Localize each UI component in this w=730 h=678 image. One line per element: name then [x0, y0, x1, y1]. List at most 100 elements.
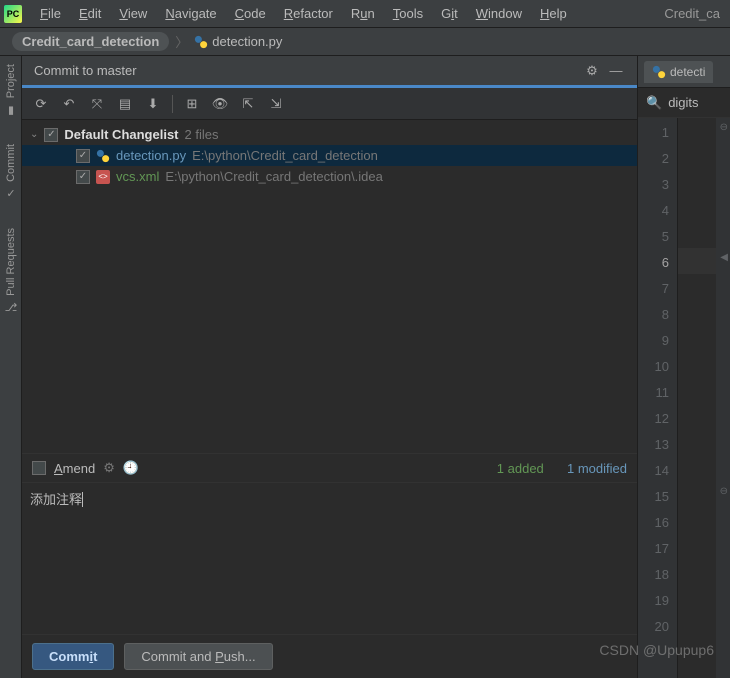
fold-mark-icon[interactable]: ⊖: [720, 122, 728, 133]
commit-icon: ✓: [4, 186, 18, 200]
file-checkbox[interactable]: ✓: [76, 149, 90, 163]
rollback-icon[interactable]: ↶: [58, 93, 80, 115]
amend-label[interactable]: Amend: [54, 461, 95, 476]
sidebar-tab-pull-requests[interactable]: ⎇ Pull Requests: [2, 224, 20, 318]
fold-mark-icon[interactable]: ⊖: [720, 486, 728, 497]
file-path: E:\python\Credit_card_detection: [192, 148, 378, 163]
editor-tab[interactable]: detecti: [644, 61, 713, 83]
summary-modified: 1 modified: [567, 461, 627, 476]
menu-refactor[interactable]: Refactor: [276, 4, 341, 23]
changelist-icon[interactable]: ▤: [114, 93, 136, 115]
commit-message-input[interactable]: 添加注释: [22, 482, 637, 634]
left-toolwindow-bar: ▮ Project ✓ Commit ⎇ Pull Requests: [0, 56, 22, 678]
view-options-icon[interactable]: 👁: [209, 93, 231, 115]
breadcrumb-file-label: detection.py: [212, 34, 282, 49]
python-file-icon: [652, 65, 666, 79]
line-number[interactable]: 18: [640, 562, 669, 588]
commit-history-icon[interactable]: 🕘: [123, 460, 139, 476]
changelist-name: Default Changelist: [64, 127, 178, 142]
menu-git[interactable]: Git: [433, 4, 466, 23]
commit-buttons-row: Commit Commit and Push...: [22, 634, 637, 678]
expand-arrow-icon: ⌄: [30, 129, 38, 140]
line-number[interactable]: 15: [640, 484, 669, 510]
menu-tools[interactable]: Tools: [385, 4, 431, 23]
caret-mark-icon: ◀: [720, 252, 728, 263]
menu-view[interactable]: View: [111, 4, 155, 23]
line-number[interactable]: 17: [640, 536, 669, 562]
line-number[interactable]: 4: [640, 198, 669, 224]
breadcrumb-project[interactable]: Credit_card_detection: [12, 32, 169, 51]
line-number[interactable]: 20: [640, 614, 669, 640]
sidebar-tab-commit[interactable]: ✓ Commit: [2, 140, 20, 204]
diff-icon[interactable]: ⤧: [86, 93, 108, 115]
menu-code[interactable]: Code: [227, 4, 274, 23]
collapse-all-icon[interactable]: ⇲: [265, 93, 287, 115]
group-by-icon[interactable]: ⊞: [181, 93, 203, 115]
changelist-count: 2 files: [185, 127, 219, 142]
commit-toolbar: ⟳ ↶ ⤧ ▤ ⬇ ⊞ 👁 ⇱ ⇲: [22, 88, 637, 120]
python-file-icon: [194, 35, 208, 49]
commit-panel-header: Commit to master ⚙ —: [22, 56, 637, 88]
menu-edit[interactable]: Edit: [71, 4, 109, 23]
minimize-icon[interactable]: —: [607, 62, 625, 80]
changed-file-row[interactable]: ✓ detection.py E:\python\Credit_card_det…: [22, 145, 637, 166]
file-path: E:\python\Credit_card_detection\.idea: [165, 169, 383, 184]
commit-toolwindow: Commit to master ⚙ — ⟳ ↶ ⤧ ▤ ⬇ ⊞ 👁 ⇱ ⇲ ⌄…: [22, 56, 638, 678]
amend-checkbox[interactable]: [32, 461, 46, 475]
changelist-checkbox[interactable]: ✓: [44, 128, 58, 142]
summary-added: 1 added: [497, 461, 544, 476]
editor-area: detecti 🔍 digits 12345678910111213141516…: [638, 56, 730, 678]
line-number[interactable]: 13: [640, 432, 669, 458]
line-number[interactable]: 2: [640, 146, 669, 172]
commit-panel-title: Commit to master: [34, 63, 137, 78]
editor-tabs: detecti: [638, 56, 730, 88]
changelist-tree: ⌄ ✓ Default Changelist 2 files ✓ detecti…: [22, 120, 637, 191]
line-number[interactable]: 8: [640, 302, 669, 328]
breadcrumb-file[interactable]: detection.py: [194, 34, 282, 49]
overflow-tab[interactable]: Credit_ca: [658, 4, 726, 23]
line-number[interactable]: 16: [640, 510, 669, 536]
editor-gutter: 1234567891011121314151617181920 ⊖ ◀ ⊖: [638, 118, 730, 678]
menu-file[interactable]: File: [32, 4, 69, 23]
refresh-icon[interactable]: ⟳: [30, 93, 52, 115]
line-number[interactable]: 10: [640, 354, 669, 380]
line-number[interactable]: 6: [640, 250, 669, 276]
menu-run[interactable]: Run: [343, 4, 383, 23]
file-name: vcs.xml: [116, 169, 159, 184]
line-number[interactable]: 11: [640, 380, 669, 406]
breadcrumb: Credit_card_detection 〉 detection.py: [0, 28, 730, 56]
expand-all-icon[interactable]: ⇱: [237, 93, 259, 115]
search-bar[interactable]: 🔍 digits: [638, 88, 730, 118]
menu-help[interactable]: Help: [532, 4, 575, 23]
menu-navigate[interactable]: Navigate: [157, 4, 224, 23]
line-number[interactable]: 9: [640, 328, 669, 354]
commit-options-gear-icon[interactable]: ⚙: [103, 460, 115, 476]
shelve-icon[interactable]: ⬇: [142, 93, 164, 115]
line-number[interactable]: 7: [640, 276, 669, 302]
pull-request-icon: ⎇: [4, 300, 18, 314]
pycharm-logo-icon: PC: [4, 5, 22, 23]
editor-body[interactable]: [678, 118, 716, 678]
line-number[interactable]: 1: [640, 120, 669, 146]
search-icon: 🔍: [646, 95, 662, 111]
commit-button[interactable]: Commit: [32, 643, 114, 670]
editor-tab-label: detecti: [670, 65, 705, 79]
current-line-highlight: [678, 248, 716, 274]
gutter-marks: ⊖ ◀ ⊖: [716, 118, 730, 678]
folder-icon: ▮: [4, 102, 18, 116]
line-numbers: 1234567891011121314151617181920: [638, 118, 678, 678]
menu-window[interactable]: Window: [468, 4, 530, 23]
gear-icon[interactable]: ⚙: [583, 62, 601, 80]
file-checkbox[interactable]: ✓: [76, 170, 90, 184]
line-number[interactable]: 3: [640, 172, 669, 198]
changed-file-row[interactable]: ✓ <> vcs.xml E:\python\Credit_card_detec…: [22, 166, 637, 187]
search-term: digits: [668, 95, 698, 110]
changelist-node[interactable]: ⌄ ✓ Default Changelist 2 files: [22, 124, 637, 145]
python-file-icon: [96, 149, 110, 163]
line-number[interactable]: 14: [640, 458, 669, 484]
line-number[interactable]: 19: [640, 588, 669, 614]
sidebar-tab-project[interactable]: ▮ Project: [2, 60, 20, 120]
line-number[interactable]: 5: [640, 224, 669, 250]
commit-and-push-button[interactable]: Commit and Push...: [124, 643, 272, 670]
line-number[interactable]: 12: [640, 406, 669, 432]
